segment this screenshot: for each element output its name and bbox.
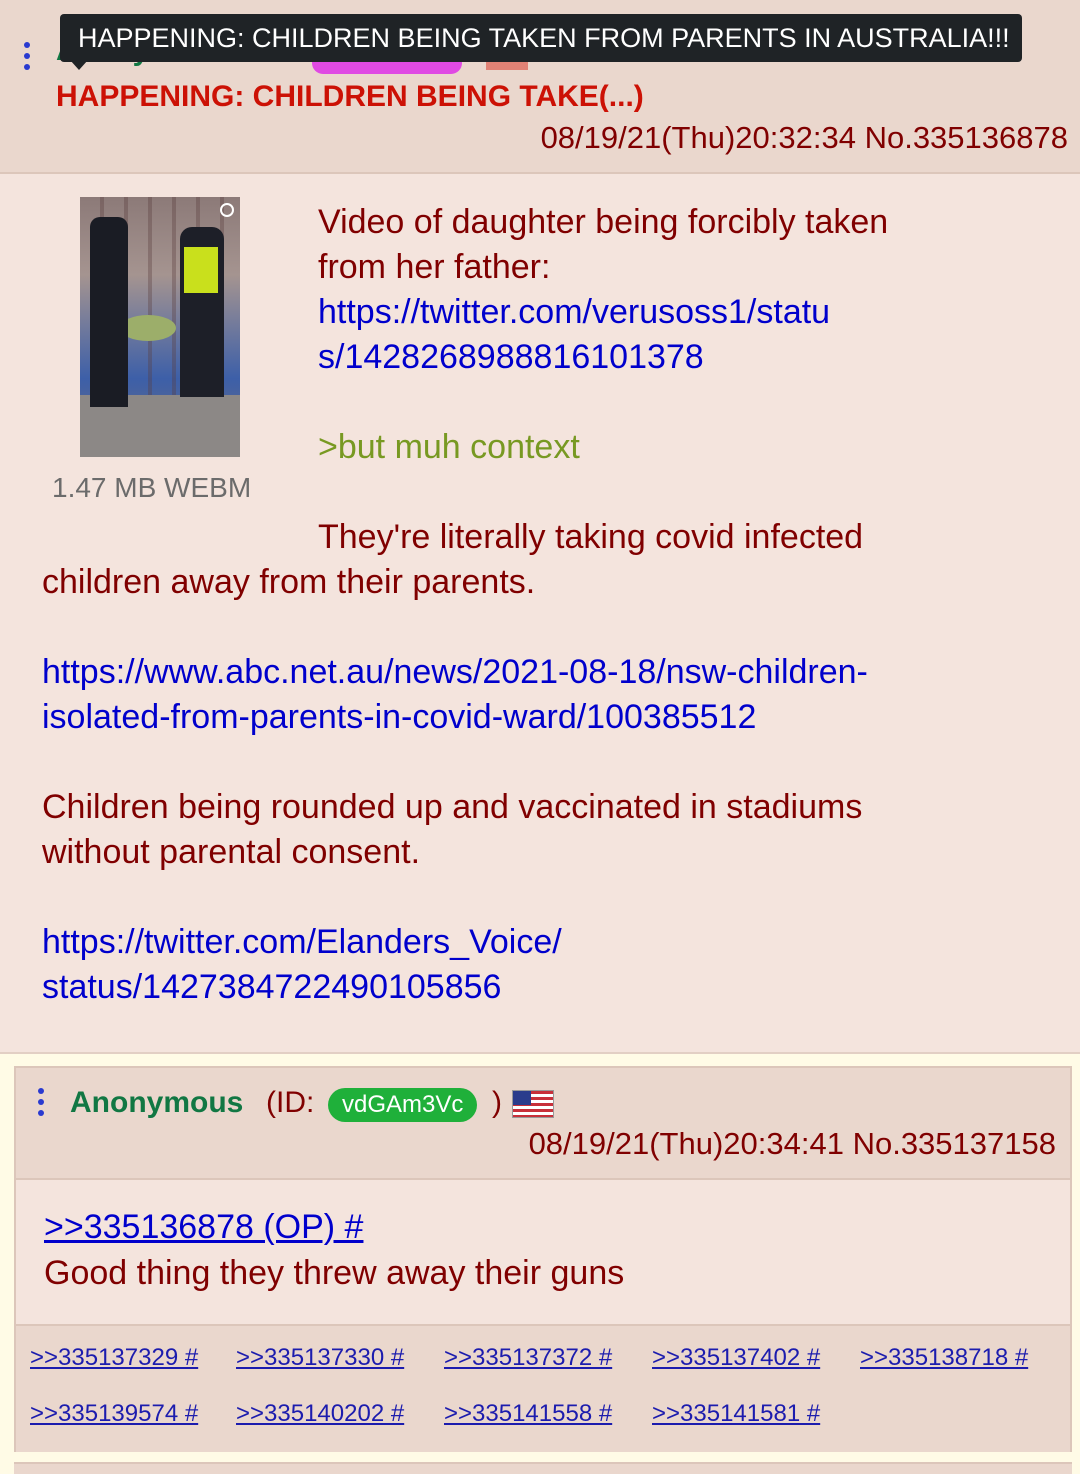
quote-link[interactable]: >>335136878 (OP) #: [44, 1208, 363, 1247]
tooltip-arrow: [70, 60, 88, 70]
backlink[interactable]: >>335141581 #: [652, 1400, 820, 1428]
op-post: Anonymous HAPPENING: CHILDREN BEING TAKE…: [0, 0, 1080, 1054]
backlink[interactable]: >>335140202 #: [236, 1400, 404, 1428]
file-info: 1.47 MB WEBM: [52, 472, 252, 503]
backlink[interactable]: >>335137372 #: [444, 1344, 612, 1372]
post-link[interactable]: status/1427384722490105856: [42, 965, 501, 1010]
poster-id-badge[interactable]: vdGAm3Vc: [328, 1088, 478, 1122]
poster-name[interactable]: Anonymous: [70, 1086, 243, 1120]
video-thumbnail[interactable]: [80, 197, 240, 457]
poster-id-label: (ID:: [266, 1086, 315, 1119]
us-flag-icon: [512, 1090, 554, 1118]
post-link[interactable]: https://www.abc.net.au/news/2021-08-18/n…: [42, 650, 868, 695]
post-text: Children being rounded up and vaccinated…: [42, 788, 863, 826]
backlink[interactable]: >>335137329 #: [30, 1344, 198, 1372]
post-text: They're literally taking covid infected: [318, 518, 864, 556]
subject-tooltip: HAPPENING: CHILDREN BEING TAKEN FROM PAR…: [60, 14, 1022, 62]
poster-id-close: ): [492, 1086, 502, 1119]
post-text: without parental consent.: [42, 833, 421, 871]
post-text: Good thing they threw away their guns: [44, 1254, 625, 1292]
next-post-edge: [14, 1462, 1072, 1474]
reply-post-header: Anonymous (ID: vdGAm3Vc ) 08/19/21(Thu)2…: [16, 1068, 1070, 1180]
backlink[interactable]: >>335137402 #: [652, 1344, 820, 1372]
post-link[interactable]: https://twitter.com/Elanders_Voice/: [42, 920, 562, 965]
post-text: Video of daughter being forcibly taken: [318, 203, 889, 241]
post-subject: HAPPENING: CHILDREN BEING TAKE(...): [56, 80, 644, 113]
post-datetime-number[interactable]: 08/19/21(Thu)20:34:41 No.335137158: [529, 1126, 1056, 1162]
post-link[interactable]: isolated-from-parents-in-covid-ward/1003…: [42, 695, 756, 740]
backlink[interactable]: >>335139574 #: [30, 1400, 198, 1428]
post-datetime-number[interactable]: 08/19/21(Thu)20:32:34 No.335136878: [541, 120, 1068, 156]
backlink[interactable]: >>335138718 #: [860, 1344, 1028, 1372]
post-link[interactable]: https://twitter.com/verusoss1/statu: [318, 290, 830, 335]
post-menu-icon[interactable]: [38, 1088, 46, 1121]
greentext-line: >but muh context: [318, 428, 580, 466]
post-link[interactable]: s/1428268988816101378: [318, 335, 704, 380]
backlink[interactable]: >>335137330 #: [236, 1344, 404, 1372]
post-text: from her father:: [318, 248, 551, 286]
backlink[interactable]: >>335141558 #: [444, 1400, 612, 1428]
post-text: children away from their parents.: [42, 563, 536, 601]
reply-post: Anonymous (ID: vdGAm3Vc ) 08/19/21(Thu)2…: [14, 1066, 1072, 1452]
record-icon: [220, 203, 234, 217]
backlinks-bar: >>335137329 # >>335137330 # >>335137372 …: [16, 1324, 1070, 1452]
post-menu-icon[interactable]: [24, 42, 32, 75]
